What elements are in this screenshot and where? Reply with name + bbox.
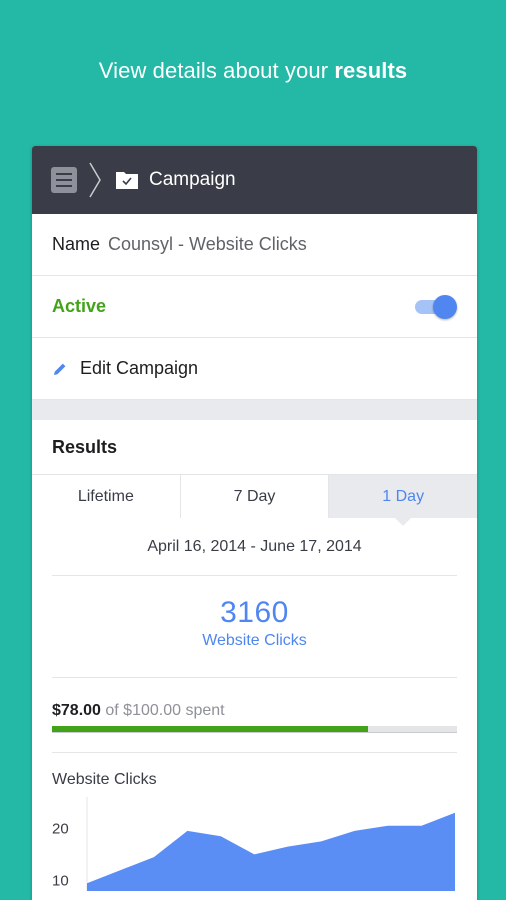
spent-of: of $100.00 spent <box>105 702 225 719</box>
budget-progress-bar <box>52 726 457 733</box>
list-icon[interactable] <box>51 167 77 193</box>
results-title: Results <box>52 436 118 457</box>
status-label: Active <box>52 296 107 316</box>
tab-1-day[interactable]: 1 Day <box>329 475 477 526</box>
date-range: April 16, 2014 - June 17, 2014 <box>52 518 457 576</box>
metric-value: 3160 <box>220 596 289 629</box>
edit-campaign-button[interactable]: Edit Campaign <box>32 338 477 400</box>
section-divider <box>32 400 477 420</box>
headline: View details about your results <box>0 58 506 84</box>
status-row: Active <box>32 276 477 338</box>
chart-title: Website Clicks <box>52 771 157 788</box>
headline-prefix: View details about your <box>98 58 335 83</box>
tab-7-day[interactable]: 7 Day <box>181 475 330 518</box>
budget-block: $78.00 of $100.00 spent <box>52 678 457 753</box>
website-clicks-chart: 2010MAYJUN6/17/14 <box>52 797 455 891</box>
chevron-right-icon <box>89 162 101 198</box>
chart-y-tick-label: 10 <box>52 873 69 890</box>
chart-y-tick-label: 20 <box>52 820 69 837</box>
metric-block: 3160 Website Clicks <box>52 576 457 678</box>
edit-campaign-label: Edit Campaign <box>80 358 199 378</box>
active-toggle[interactable] <box>415 294 457 319</box>
breadcrumb-campaign[interactable]: Campaign <box>149 169 236 191</box>
top-bar: Campaign <box>32 146 477 214</box>
folder-check-icon <box>116 172 138 189</box>
metric-label: Website Clicks <box>202 632 307 649</box>
campaign-name-value: Counsyl - Website Clicks <box>108 234 307 254</box>
tab-lifetime[interactable]: Lifetime <box>32 475 181 518</box>
budget-progress-fill <box>52 726 368 732</box>
campaign-card: Campaign Name Counsyl - Website Clicks A… <box>32 146 477 900</box>
chart-area-series <box>87 812 455 891</box>
pencil-icon <box>54 363 66 375</box>
campaign-name-row: Name Counsyl - Website Clicks <box>32 214 477 276</box>
name-label: Name <box>52 234 101 254</box>
period-tabs: Lifetime 7 Day 1 Day <box>32 474 477 526</box>
headline-bold: results <box>334 58 408 83</box>
spent-amount: $78.00 <box>52 702 101 719</box>
